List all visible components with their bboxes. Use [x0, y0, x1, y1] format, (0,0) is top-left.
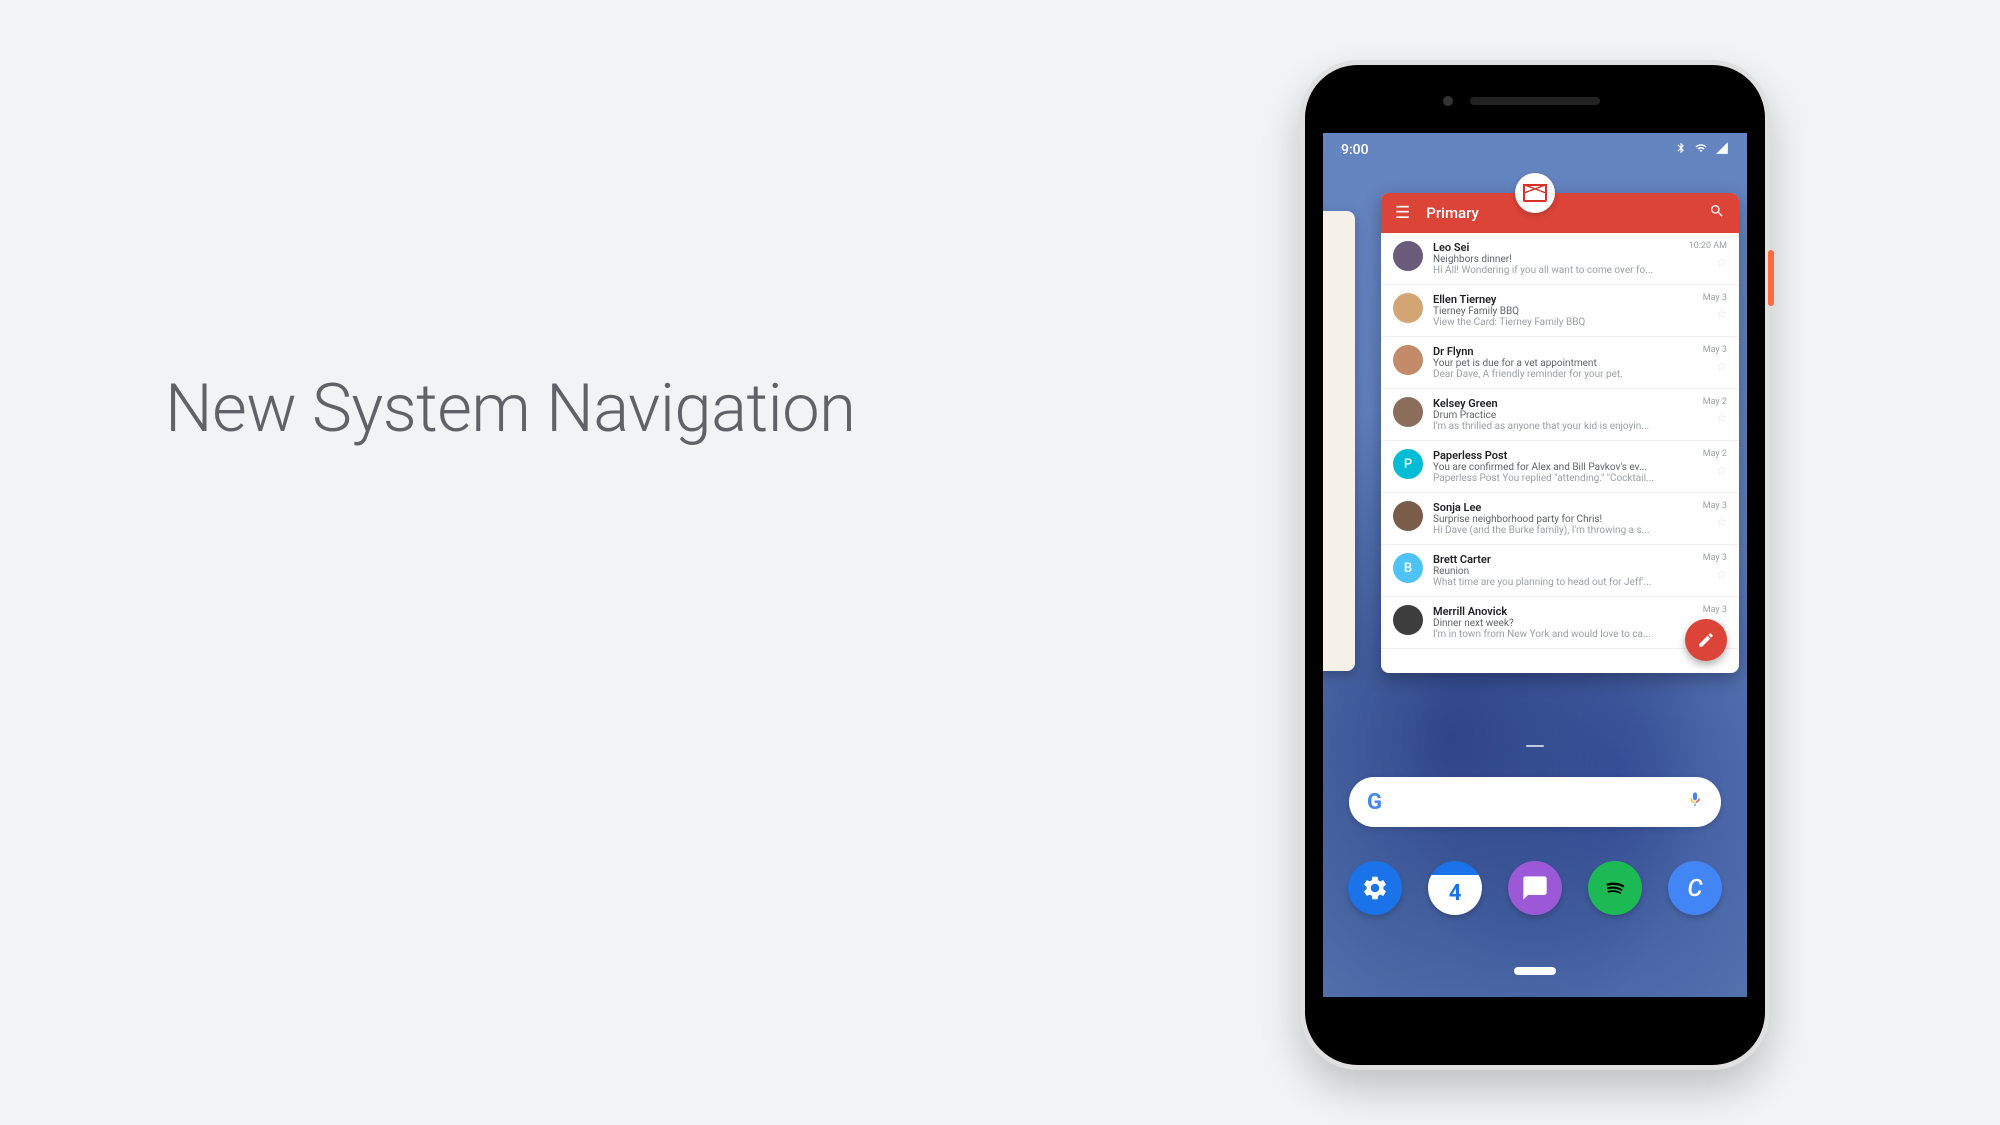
email-sender: Dr Flynn — [1433, 345, 1693, 358]
dock-c-app-icon[interactable]: C — [1668, 861, 1722, 915]
email-time: May 3 — [1703, 605, 1727, 615]
star-icon[interactable]: ☆ — [1716, 411, 1727, 425]
phone-power-button — [1768, 250, 1774, 306]
email-time: May 2 — [1703, 397, 1727, 407]
star-icon[interactable]: ☆ — [1716, 463, 1727, 477]
email-sender: Kelsey Green — [1433, 397, 1693, 410]
email-subject: Your pet is due for a vet appointment — [1433, 358, 1693, 369]
email-sender: Sonja Lee — [1433, 501, 1693, 514]
recents-gmail-card[interactable]: ☰ Primary Leo SeiNeighbors dinner!Hi All… — [1381, 193, 1739, 673]
search-icon[interactable] — [1709, 203, 1725, 223]
pencil-icon — [1697, 631, 1715, 649]
email-sender: Leo Sei — [1433, 241, 1679, 254]
avatar — [1393, 397, 1423, 427]
email-preview: Dear Dave, A friendly reminder for your … — [1433, 369, 1693, 380]
email-list-item[interactable]: Dr FlynnYour pet is due for a vet appoin… — [1381, 337, 1739, 389]
email-subject: Tierney Family BBQ — [1433, 306, 1693, 317]
email-list-item[interactable]: Leo SeiNeighbors dinner!Hi All! Wonderin… — [1381, 233, 1739, 285]
avatar — [1393, 605, 1423, 635]
gmail-tab-label: Primary — [1426, 204, 1479, 222]
bluetooth-icon — [1675, 141, 1687, 159]
recents-previous-app-card[interactable] — [1323, 211, 1355, 671]
mic-icon[interactable] — [1687, 791, 1703, 813]
email-subject: Neighbors dinner! — [1433, 254, 1679, 265]
phone-device-frame: 9:00 ☰ — [1300, 60, 1770, 1070]
email-list-item[interactable]: Kelsey GreenDrum PracticeI'm as thrilled… — [1381, 389, 1739, 441]
email-subject: You are confirmed for Alex and Bill Pavk… — [1433, 462, 1693, 473]
email-time: May 3 — [1703, 345, 1727, 355]
phone-front-camera — [1443, 96, 1453, 106]
email-preview: View the Card: Tierney Family BBQ — [1433, 317, 1693, 328]
email-subject: Reunion — [1433, 566, 1693, 577]
avatar — [1393, 501, 1423, 531]
email-time: May 2 — [1703, 449, 1727, 459]
app-dock: 4 C — [1323, 861, 1747, 915]
email-preview: What time are you planning to head out f… — [1433, 577, 1693, 588]
email-sender: Brett Carter — [1433, 553, 1693, 566]
email-list-item[interactable]: Ellen TierneyTierney Family BBQView the … — [1381, 285, 1739, 337]
email-subject: Surprise neighborhood party for Chris! — [1433, 514, 1693, 525]
phone-screen: 9:00 ☰ — [1323, 133, 1747, 997]
dock-messages-icon[interactable] — [1508, 861, 1562, 915]
avatar — [1393, 241, 1423, 271]
google-logo-icon: G — [1367, 790, 1382, 815]
email-preview: Hi Dave (and the Burke family), I'm thro… — [1433, 525, 1693, 536]
star-icon[interactable]: ☆ — [1716, 567, 1727, 581]
email-preview: Paperless Post You replied "attending." … — [1433, 473, 1693, 484]
star-icon[interactable]: ☆ — [1716, 307, 1727, 321]
gmail-glyph-icon — [1523, 184, 1547, 202]
email-time: May 3 — [1703, 293, 1727, 303]
email-preview: I'm as thrilled as anyone that your kid … — [1433, 421, 1693, 432]
email-preview: I'm in town from New York and would love… — [1433, 629, 1693, 640]
gmail-action-bar: ☰ Primary — [1381, 193, 1739, 233]
phone-speaker — [1470, 97, 1600, 105]
email-list: Leo SeiNeighbors dinner!Hi All! Wonderin… — [1381, 233, 1739, 649]
email-sender: Ellen Tierney — [1433, 293, 1693, 306]
page-headline: New System Navigation — [165, 370, 856, 448]
avatar: B — [1393, 553, 1423, 583]
avatar — [1393, 293, 1423, 323]
star-icon[interactable]: ☆ — [1716, 359, 1727, 373]
email-time: May 3 — [1703, 501, 1727, 511]
gmail-app-icon[interactable] — [1515, 173, 1555, 213]
email-sender: Merrill Anovick — [1433, 605, 1693, 618]
status-bar: 9:00 — [1323, 133, 1747, 167]
email-subject: Dinner next week? — [1433, 618, 1693, 629]
signal-icon — [1715, 141, 1729, 159]
home-nav-pill[interactable] — [1514, 967, 1556, 975]
status-time: 9:00 — [1341, 142, 1369, 158]
email-list-item[interactable]: Sonja LeeSurprise neighborhood party for… — [1381, 493, 1739, 545]
email-time: May 3 — [1703, 553, 1727, 563]
avatar: P — [1393, 449, 1423, 479]
email-list-item[interactable]: P Paperless PostYou are confirmed for Ale… — [1381, 441, 1739, 493]
wifi-icon — [1693, 142, 1709, 158]
email-sender: Paperless Post — [1433, 449, 1693, 462]
email-time: 10:20 AM — [1689, 241, 1727, 251]
email-list-item[interactable]: B Brett CarterReunionWhat time are you pl… — [1381, 545, 1739, 597]
hamburger-menu-icon[interactable]: ☰ — [1395, 203, 1410, 223]
dock-spotify-icon[interactable] — [1588, 861, 1642, 915]
google-search-bar[interactable]: G — [1349, 777, 1721, 827]
compose-fab[interactable] — [1685, 619, 1727, 661]
phone-bezel: 9:00 ☰ — [1305, 65, 1765, 1065]
star-icon[interactable]: ☆ — [1716, 515, 1727, 529]
dock-calendar-icon[interactable]: 4 — [1428, 861, 1482, 915]
dock-settings-icon[interactable] — [1348, 861, 1402, 915]
email-preview: Hi All! Wondering if you all want to com… — [1433, 265, 1679, 276]
avatar — [1393, 345, 1423, 375]
overview-drag-handle[interactable] — [1526, 745, 1544, 747]
star-icon[interactable]: ☆ — [1716, 255, 1727, 269]
email-subject: Drum Practice — [1433, 410, 1693, 421]
